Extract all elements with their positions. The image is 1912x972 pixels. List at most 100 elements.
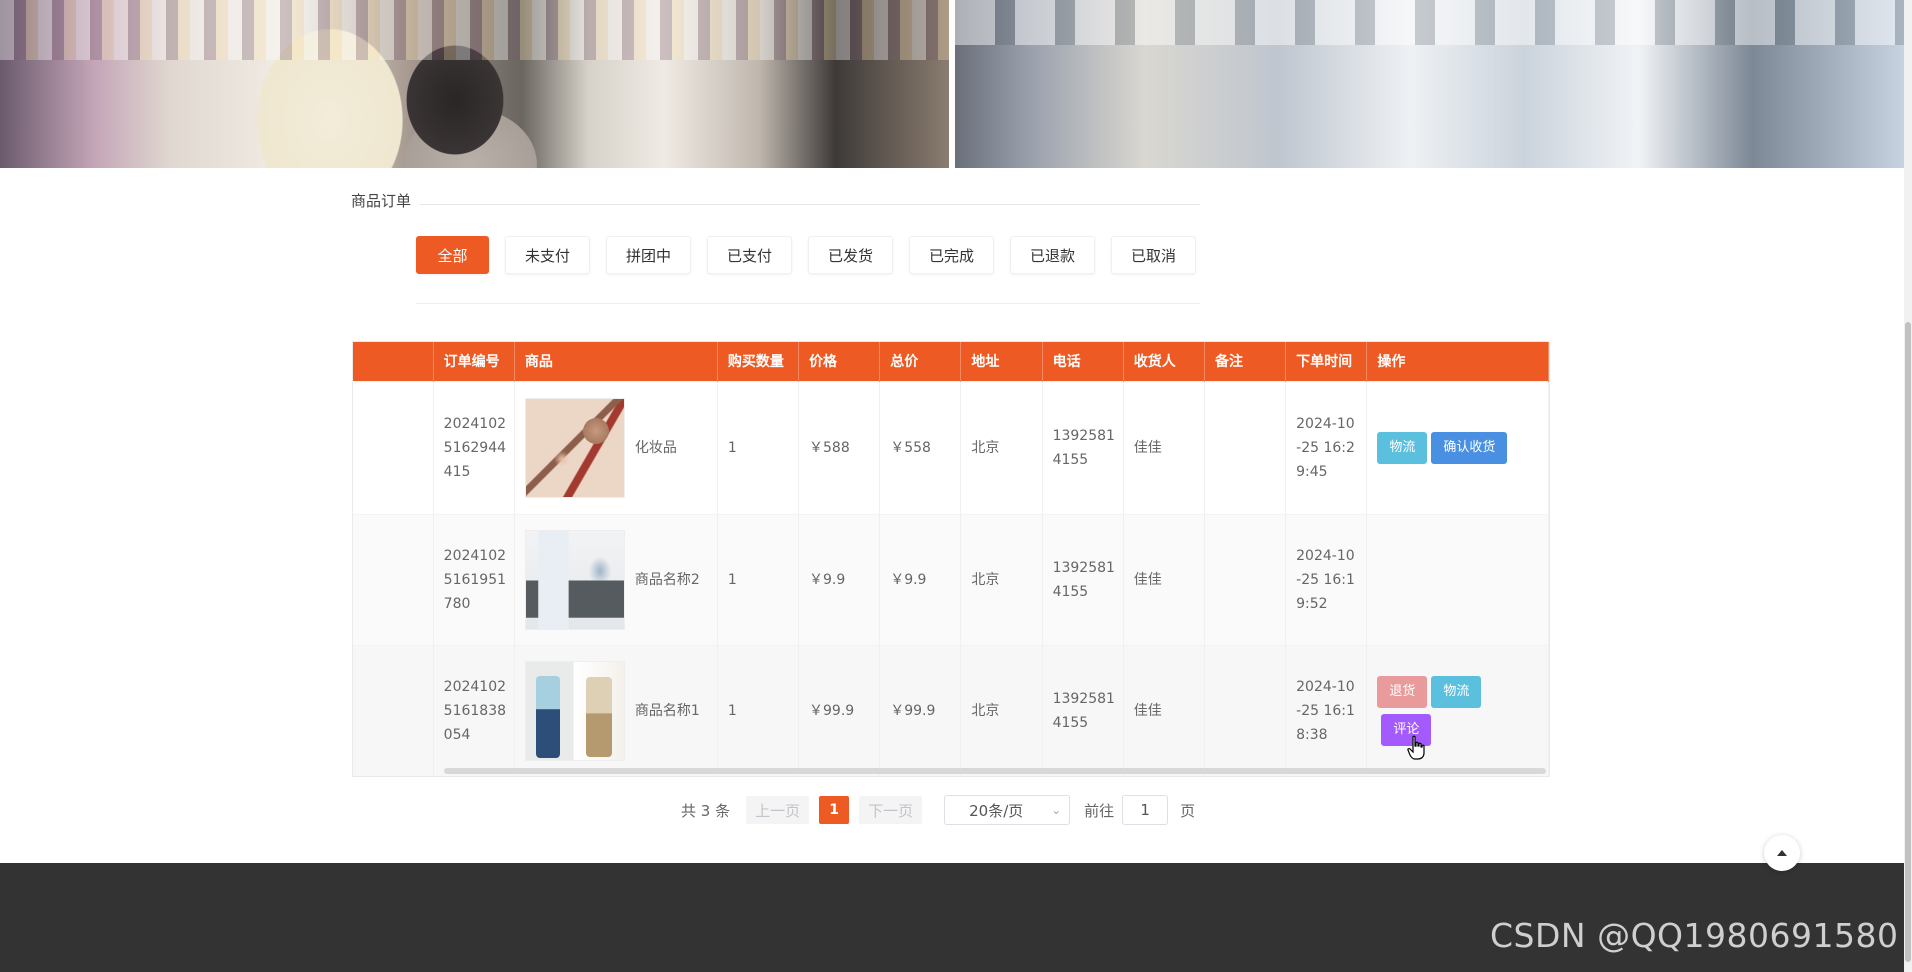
confirm-receipt-button[interactable]: 确认收货 (1431, 431, 1508, 464)
tab-group-buying[interactable]: 拼团中 (606, 236, 691, 274)
order-no-cell: 2024102 5161838 054 (433, 644, 515, 776)
goto-label: 前往 (1084, 801, 1115, 820)
tab-all[interactable]: 全部 (416, 236, 489, 274)
section-divider (420, 204, 1200, 205)
product-cell: 商品名称2 (514, 513, 718, 645)
scrollbar-thumb[interactable] (1905, 322, 1911, 962)
receiver-cell: 佳佳 (1123, 644, 1205, 776)
column-header (353, 342, 434, 381)
phone-cell: 1392581 4155 (1042, 513, 1124, 645)
column-header-time: 下单时间 (1285, 342, 1368, 381)
clothing-image[interactable] (524, 660, 625, 761)
phone: 1392581 4155 (1052, 559, 1115, 600)
note-cell (1204, 644, 1287, 776)
order-time: 2024-10 -25 16:2 9:45 (1296, 415, 1355, 480)
order-no-cell: 2024102 5162944 415 (433, 380, 515, 514)
banner-carousel[interactable] (0, 0, 1904, 168)
tab-refunded[interactable]: 已退款 (1010, 236, 1095, 274)
note-cell (1204, 380, 1287, 514)
order-time: 2024-10 -25 16:1 8:38 (1296, 678, 1355, 743)
order-no: 2024102 5161838 054 (443, 678, 507, 743)
order-no: 2024102 5161951 780 (443, 547, 507, 612)
goto-page-input[interactable] (1122, 795, 1169, 825)
page: 商品订单 全部 未支付 拼团中 已支付 已发货 已完成 已退款 已取消 订单编号… (0, 0, 1912, 972)
column-header-receiver: 收货人 (1123, 342, 1205, 381)
column-header-order-no: 订单编号 (433, 342, 515, 381)
back-to-top-button[interactable] (1764, 835, 1800, 871)
logistics-button[interactable]: 物流 (1377, 431, 1428, 464)
price-cell: ￥9.9 (798, 513, 881, 645)
page-number-current[interactable]: 1 (819, 796, 850, 824)
column-header-note: 备注 (1204, 342, 1287, 381)
tab-completed[interactable]: 已完成 (909, 236, 994, 274)
row-blank-cell (353, 513, 434, 645)
table-row: 2024102 5161951 780 商品名称2 1 ￥9.9 ￥9.9 北京… (353, 513, 1549, 645)
column-header-qty: 购买数量 (717, 342, 800, 381)
tab-paid[interactable]: 已支付 (707, 236, 792, 274)
hand-pointer-cursor-icon (1407, 735, 1425, 760)
prev-page-button[interactable]: 上一页 (746, 796, 810, 824)
address-cell: 北京 (960, 380, 1043, 514)
pagination: 共 3 条 上一页 1 下一页 20条/页 ⌄ 前往 页 (681, 795, 1195, 825)
total-cell: ￥99.9 (879, 644, 962, 776)
column-header-product: 商品 (514, 342, 718, 381)
tab-cancelled[interactable]: 已取消 (1111, 236, 1196, 274)
order-time: 2024-10 -25 16:1 9:52 (1296, 547, 1355, 612)
table-header-row: 订单编号 商品 购买数量 价格 总价 地址 电话 收货人 备注 下单时间 操作 (353, 342, 1549, 381)
qty-cell: 1 (717, 380, 800, 514)
tab-unpaid[interactable]: 未支付 (505, 236, 590, 274)
table-row: 2024102 5161838 054 商品名称1 1 ￥99.9 ￥99.9 … (353, 644, 1549, 776)
phone-cell: 1392581 4155 (1042, 380, 1124, 514)
return-button[interactable]: 退货 (1377, 675, 1428, 708)
time-cell: 2024-10 -25 16:2 9:45 (1285, 380, 1368, 514)
column-header-phone: 电话 (1042, 342, 1124, 381)
phone-cell: 1392581 4155 (1042, 644, 1124, 776)
receiver-cell: 佳佳 (1123, 513, 1205, 645)
banner-image-right[interactable] (955, 0, 1904, 168)
table-horizontal-scrollbar[interactable] (444, 768, 1546, 774)
next-page-button[interactable]: 下一页 (859, 796, 923, 824)
page-suffix: 页 (1180, 801, 1196, 820)
caret-up-icon (1777, 850, 1787, 856)
column-header-actions: 操作 (1366, 342, 1549, 381)
table-row: 2024102 5162944 415 化妆品 1 ￥588 ￥558 北京 1… (353, 380, 1549, 514)
product-cell: 商品名称1 (514, 644, 718, 776)
orders-table: 订单编号 商品 购买数量 价格 总价 地址 电话 收货人 备注 下单时间 操作 (352, 341, 1550, 777)
column-header-price: 价格 (798, 342, 881, 381)
qty-cell: 1 (717, 513, 800, 645)
page-vertical-scrollbar[interactable] (1904, 0, 1912, 972)
order-no-cell: 2024102 5161951 780 (433, 513, 515, 645)
logistics-button[interactable]: 物流 (1431, 675, 1482, 708)
receiver-cell: 佳佳 (1123, 380, 1205, 514)
tab-shipped[interactable]: 已发货 (808, 236, 893, 274)
section-title: 商品订单 (351, 192, 412, 210)
product-name: 化妆品 (634, 439, 677, 456)
tabs-divider (416, 303, 1200, 304)
actions-cell (1366, 513, 1549, 645)
pagination-total: 共 3 条 (681, 801, 731, 820)
chevron-down-icon: ⌄ (1051, 803, 1062, 817)
row-blank-cell (353, 380, 434, 514)
product-cell: 化妆品 (514, 380, 718, 514)
note-cell (1204, 513, 1287, 645)
phone: 1392581 4155 (1052, 427, 1115, 468)
cosmetics-image[interactable] (524, 397, 625, 498)
product-name: 商品名称1 (634, 702, 700, 719)
product-name: 商品名称2 (634, 571, 700, 588)
column-header-address: 地址 (960, 342, 1043, 381)
row-blank-cell (353, 644, 434, 776)
address-cell: 北京 (960, 513, 1043, 645)
banner-image-left[interactable] (0, 0, 949, 168)
column-header-total: 总价 (879, 342, 962, 381)
watermark-text: CSDN @QQ1980691580 (1490, 916, 1899, 955)
page-size-value: 20条/页 (969, 801, 1024, 820)
address-cell: 北京 (960, 644, 1043, 776)
clothing-image[interactable] (524, 529, 625, 630)
page-size-select[interactable]: 20条/页 ⌄ (944, 795, 1071, 825)
phone: 1392581 4155 (1052, 690, 1115, 731)
time-cell: 2024-10 -25 16:1 9:52 (1285, 513, 1368, 645)
price-cell: ￥99.9 (798, 644, 881, 776)
qty-cell: 1 (717, 644, 800, 776)
order-no: 2024102 5162944 415 (443, 415, 507, 480)
order-status-tabs: 全部 未支付 拼团中 已支付 已发货 已完成 已退款 已取消 (416, 236, 1196, 274)
